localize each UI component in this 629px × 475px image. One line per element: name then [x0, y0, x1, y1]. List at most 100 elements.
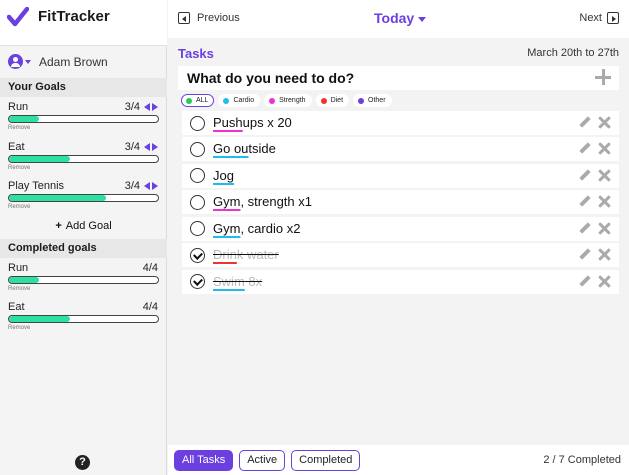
goal-progress-fill — [9, 316, 71, 322]
remove-goal-link[interactable]: Remove — [8, 165, 30, 171]
task-title: Swim 8x — [213, 274, 262, 289]
user-menu[interactable]: Adam Brown — [8, 54, 108, 69]
edit-pencil-icon[interactable] — [579, 170, 591, 182]
goal-progress-bar — [8, 194, 159, 202]
add-task-plus-icon[interactable] — [595, 69, 611, 85]
next-button[interactable]: Next — [579, 12, 619, 24]
plus-icon: + — [55, 220, 62, 232]
task-checkbox[interactable] — [190, 247, 205, 263]
task-title: Pushups x 20 — [213, 115, 292, 130]
decrease-arrow-icon[interactable] — [144, 103, 150, 111]
today-dropdown[interactable]: Today — [374, 10, 427, 26]
task-tag-text: Push — [213, 115, 243, 130]
edit-pencil-icon[interactable] — [579, 249, 591, 261]
remove-goal-link[interactable]: Remove — [8, 286, 30, 292]
filter-dot — [358, 97, 365, 104]
filter-label: Cardio — [233, 97, 255, 104]
completed-goal-item: Run 4/4 Remove — [8, 262, 160, 296]
remove-goal-link[interactable]: Remove — [8, 125, 30, 131]
filter-other[interactable]: Other — [353, 94, 392, 107]
task-tag-text: Jog — [213, 167, 234, 183]
delete-x-icon[interactable] — [598, 248, 611, 261]
app-name: FitTracker — [38, 8, 110, 25]
goal-progress-bar — [8, 115, 159, 123]
filter-dot — [269, 97, 276, 104]
filter-all[interactable]: ALL — [181, 94, 215, 107]
task-checkbox[interactable] — [190, 141, 205, 157]
goal-progress-bar — [8, 315, 159, 323]
brand-header: FitTracker — [0, 0, 167, 46]
edit-pencil-icon[interactable] — [579, 276, 591, 288]
edit-pencil-icon[interactable] — [579, 117, 591, 129]
user-name: Adam Brown — [39, 54, 108, 69]
task-title-rest: ups x 20 — [242, 115, 292, 130]
task-title-rest: tside — [248, 141, 276, 157]
completed-count: 2 / 7 Completed — [543, 454, 621, 466]
tab-all-tasks[interactable]: All Tasks — [174, 450, 234, 471]
delete-x-icon[interactable] — [598, 195, 611, 208]
task-row: Gym, strength x1 — [182, 190, 619, 215]
task-row: Swim 8x — [182, 269, 619, 294]
filter-cardio[interactable]: Cardio — [218, 94, 261, 107]
edit-pencil-icon[interactable] — [579, 223, 591, 235]
previous-button[interactable]: Previous — [178, 12, 240, 24]
goal-name: Eat — [8, 301, 25, 313]
delete-x-icon[interactable] — [598, 142, 611, 155]
task-title: Gym, strength x1 — [213, 194, 312, 209]
delete-x-icon[interactable] — [598, 116, 611, 129]
task-row: Jog — [182, 163, 619, 188]
add-goal-button[interactable]: + Add Goal — [0, 220, 167, 232]
chevron-right-icon — [607, 12, 619, 24]
filter-strength[interactable]: Strength — [264, 94, 312, 107]
increase-arrow-icon[interactable] — [152, 182, 158, 190]
decrease-arrow-icon[interactable] — [144, 143, 150, 151]
tab-active[interactable]: Active — [239, 450, 286, 471]
edit-pencil-icon[interactable] — [579, 143, 591, 155]
task-tag-text: Gym — [213, 220, 241, 236]
increase-arrow-icon[interactable] — [152, 103, 158, 111]
adjust-arrows — [144, 143, 158, 152]
task-title: Drink water — [213, 247, 279, 262]
adjust-arrows — [144, 182, 158, 191]
delete-x-icon[interactable] — [598, 169, 611, 182]
date-navigation: Previous Today Next — [168, 0, 629, 38]
task-checkbox[interactable] — [190, 221, 205, 237]
filter-label: Other — [368, 97, 386, 104]
next-label: Next — [579, 12, 602, 24]
task-row: Drink water — [182, 243, 619, 268]
goal-count: 3/4 — [124, 141, 140, 153]
delete-x-icon[interactable] — [598, 222, 611, 235]
remove-goal-link[interactable]: Remove — [8, 325, 30, 331]
add-goal-label: Add Goal — [65, 220, 112, 232]
goal-item: Eat 3/4 Remove — [8, 141, 160, 175]
chevron-down-icon — [25, 59, 31, 64]
task-checkbox[interactable] — [190, 274, 205, 290]
tab-completed[interactable]: Completed — [291, 450, 361, 471]
task-checkbox[interactable] — [190, 168, 205, 184]
task-checkbox[interactable] — [190, 115, 205, 131]
task-tag-text: Swim — [213, 273, 245, 289]
goal-name: Play Tennis — [8, 180, 65, 192]
task-checkbox[interactable] — [190, 194, 205, 210]
goal-count: 4/4 — [142, 262, 158, 274]
task-title-rest: , strength x1 — [240, 194, 312, 210]
your-goals-heading: Your Goals — [0, 78, 167, 97]
edit-pencil-icon[interactable] — [579, 196, 591, 208]
chevron-down-icon — [418, 16, 427, 22]
task-list: Pushups x 20 Go outside Jog Gym, strengt… — [182, 111, 619, 296]
increase-arrow-icon[interactable] — [152, 143, 158, 151]
task-tag-text: Gym — [213, 194, 241, 210]
decrease-arrow-icon[interactable] — [144, 182, 150, 190]
previous-label: Previous — [197, 12, 240, 24]
remove-goal-link[interactable]: Remove — [8, 204, 30, 210]
new-task-input[interactable] — [178, 66, 588, 90]
task-title: Go outside — [213, 141, 276, 156]
delete-x-icon[interactable] — [598, 275, 611, 288]
task-row: Gym, cardio x2 — [182, 216, 619, 241]
goal-progress-fill — [9, 156, 71, 162]
goal-progress-fill — [9, 116, 39, 122]
help-icon[interactable]: ? — [75, 455, 90, 470]
filter-diet[interactable]: Diet — [315, 94, 350, 107]
goal-progress-bar — [8, 276, 159, 284]
goal-count: 4/4 — [142, 301, 158, 313]
